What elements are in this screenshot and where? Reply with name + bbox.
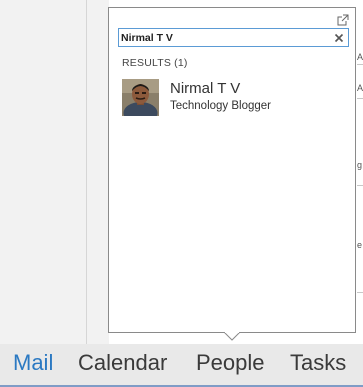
results-count-label: RESULTS (1) [122,57,188,69]
contact-name: Nirmal T V [170,80,241,97]
search-box[interactable] [118,28,349,47]
background-divider [86,0,87,344]
background-separator [357,185,363,186]
people-peek-popup: RESULTS (1) Nirmal T V Technology Blogge… [108,7,356,333]
background-separator [357,98,363,99]
nav-calendar[interactable]: Calendar [78,350,167,376]
search-input[interactable] [119,29,331,46]
contact-title: Technology Blogger [170,100,272,112]
background-text-fragment: A [357,83,363,93]
background-left-pane [0,0,109,344]
contact-avatar [122,79,159,116]
nav-people[interactable]: People [196,350,265,376]
background-text-fragment: e [357,240,363,250]
clear-search-icon[interactable] [333,31,345,43]
background-separator [357,292,363,293]
background-separator [357,64,363,65]
popout-icon[interactable] [337,13,349,26]
nav-tasks[interactable]: Tasks [290,350,346,376]
background-text-fragment: g [357,160,363,170]
nav-mail[interactable]: Mail [13,350,53,376]
result-list-item[interactable]: Nirmal T V Technology Blogger [113,77,351,121]
bottom-navigation-bar: Mail Calendar People Tasks [0,344,363,387]
background-text-fragment: A [357,52,363,62]
